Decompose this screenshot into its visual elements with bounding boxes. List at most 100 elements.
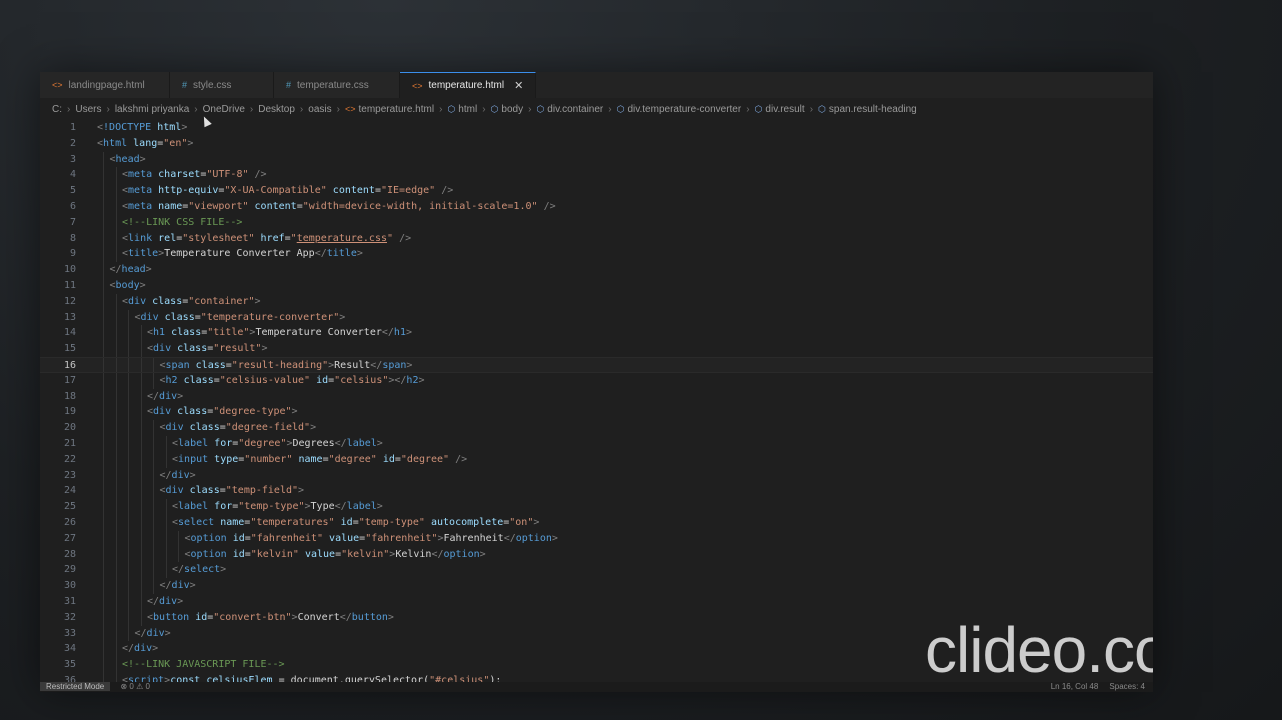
breadcrumb-file[interactable]: temperature.html xyxy=(358,104,434,115)
code-text: </div> xyxy=(160,578,196,594)
tab-temperature-html[interactable]: <> temperature.html ✕ xyxy=(400,72,536,98)
indent-guide xyxy=(128,451,130,468)
code-token: class xyxy=(183,374,214,386)
code-line[interactable]: 17 <h2 class="celsius-value" id="celsius"… xyxy=(40,372,1153,389)
code-token: Convert xyxy=(297,611,340,623)
indent-guide xyxy=(140,483,142,500)
indent-guide xyxy=(153,514,155,531)
code-line[interactable]: 2 <html lang="en"> xyxy=(40,136,1153,152)
code-line[interactable]: 30 </div> xyxy=(40,578,1153,594)
code-token: autocomplete xyxy=(430,516,504,528)
code-line[interactable]: 19 <div class="degree-type"> xyxy=(40,404,1153,421)
breadcrumb-item[interactable]: oasis xyxy=(308,104,331,115)
code-token: h2 xyxy=(406,374,419,386)
code-line[interactable]: 5 <meta http-equiv="X-UA-Compatible" cont… xyxy=(40,183,1153,199)
code-line[interactable]: 18 </div> xyxy=(40,388,1153,405)
code-line[interactable]: 13 <div class="temperature-converter"> xyxy=(40,309,1153,326)
line-number: 3 xyxy=(69,153,76,165)
line-number: 11 xyxy=(63,279,76,291)
code-line[interactable]: 21 <label for="degree">Degrees</label> xyxy=(40,435,1153,452)
code-line[interactable]: 3 <head> xyxy=(40,151,1153,168)
code-token: > xyxy=(177,390,184,402)
code-text: <!--LINK CSS FILE--> xyxy=(122,215,242,231)
breadcrumb-item[interactable]: Desktop xyxy=(258,104,295,115)
code-token: option xyxy=(190,548,227,560)
code-line[interactable]: 10 </head> xyxy=(40,262,1153,278)
breadcrumb-item[interactable]: C: xyxy=(52,104,62,115)
code-token: "container" xyxy=(188,295,255,307)
code-token: "UTF-8" xyxy=(206,169,249,181)
code-token: select xyxy=(178,516,215,528)
code-line[interactable]: 11 <body> xyxy=(40,277,1153,294)
code-token: name xyxy=(298,453,323,465)
indent-guide xyxy=(140,325,142,342)
code-token: </ xyxy=(334,501,347,513)
code-token: id xyxy=(340,516,353,528)
code-line[interactable]: 25 <label for="temp-type">Type</label> xyxy=(40,499,1153,515)
code-text: <div class="temperature-converter"> xyxy=(135,310,346,326)
code-token: content xyxy=(254,200,297,212)
code-token: !DOCTYPE xyxy=(103,122,152,133)
code-token: > xyxy=(177,595,184,607)
indent-guide xyxy=(153,499,155,515)
breadcrumb-symbol[interactable]: html xyxy=(458,104,477,115)
breadcrumb-item[interactable]: Users xyxy=(75,104,101,115)
tab-temperature-css[interactable]: # temperature.css xyxy=(274,72,400,98)
code-line[interactable]: 9 <title>Temperature Converter App</title… xyxy=(40,246,1153,263)
chevron-right-icon: › xyxy=(528,103,532,115)
line-number: 16 xyxy=(63,359,76,371)
tab-landingpage[interactable]: <> landingpage.html xyxy=(40,72,170,98)
code-line[interactable]: 20 <div class="degree-field"> xyxy=(40,420,1153,436)
code-token: "on" xyxy=(509,516,534,528)
code-line[interactable]: 22 <input type="number" name="degree" id=… xyxy=(40,451,1153,468)
code-token: "kelvin" xyxy=(341,548,390,560)
indent-guide xyxy=(165,546,167,563)
chevron-right-icon: › xyxy=(299,103,304,115)
code-token: Degrees xyxy=(292,437,335,449)
line-number: 9 xyxy=(69,248,76,260)
code-line[interactable]: 27 <option id="fahrenheit" value="fahrenh… xyxy=(40,530,1153,547)
code-line[interactable]: 6 <meta name="viewport" content="width=de… xyxy=(40,198,1153,215)
code-line[interactable]: 23 </div> xyxy=(40,467,1153,484)
code-token: h1 xyxy=(393,327,406,339)
code-token: title xyxy=(128,248,159,260)
code-line[interactable]: 29 </select> xyxy=(40,562,1153,579)
code-token: div xyxy=(134,643,153,655)
code-token: div xyxy=(159,390,178,402)
breadcrumb-symbol[interactable]: div.temperature-converter xyxy=(627,104,741,115)
problems-indicator[interactable]: ⊗ 0 ⚠ 0 xyxy=(120,682,149,691)
code-token: "result" xyxy=(213,343,262,355)
code-text: </div> xyxy=(122,641,158,657)
breadcrumb-symbol[interactable]: div.result xyxy=(765,104,804,115)
code-line[interactable]: 15 <div class="result"> xyxy=(40,341,1153,357)
code-line[interactable]: 24 <div class="temp-field"> xyxy=(40,483,1153,500)
code-line[interactable]: 16 <span class="result-heading">Result</s… xyxy=(40,356,1153,373)
indent-guide xyxy=(103,657,105,673)
code-line[interactable]: 28 <option id="kelvin" value="kelvin">Kel… xyxy=(40,546,1153,563)
close-icon[interactable]: ✕ xyxy=(514,79,523,92)
code-line[interactable]: 4 <meta charset="UTF-8" /> xyxy=(40,167,1153,184)
code-line[interactable]: 14 <h1 class="title">Temperature Converte… xyxy=(40,325,1153,342)
line-number: 31 xyxy=(63,595,76,607)
code-line[interactable]: 26 <select name="temperatures" id="temp-t… xyxy=(40,514,1153,531)
code-editor[interactable]: 1 <!DOCTYPE html> 2 <html lang="en"> 3 <head>… xyxy=(40,120,1153,682)
indent-guide xyxy=(103,372,105,389)
chevron-right-icon: › xyxy=(809,103,814,115)
breadcrumb-symbol[interactable]: div.container xyxy=(547,104,603,115)
code-text: <html lang="en"> xyxy=(97,136,193,152)
chevron-right-icon: › xyxy=(106,103,110,115)
code-token: meta xyxy=(128,169,153,181)
code-line[interactable]: 12 <div class="container"> xyxy=(40,293,1153,310)
code-line[interactable]: 31 </div> xyxy=(40,593,1153,610)
code-token: > xyxy=(356,248,363,260)
tab-style-css[interactable]: # style.css xyxy=(170,72,274,98)
breadcrumb-item[interactable]: lakshmi priyanka xyxy=(115,104,189,115)
code-token: "temperature-converter" xyxy=(200,311,340,323)
breadcrumb-symbol[interactable]: span.result-heading xyxy=(829,104,917,115)
code-token: > xyxy=(291,406,298,418)
breadcrumb-symbol[interactable]: body xyxy=(501,104,523,115)
code-line[interactable]: 8 <link rel="stylesheet" href="temperatur… xyxy=(40,230,1153,247)
code-line[interactable]: 7 <!--LINK CSS FILE--> xyxy=(40,214,1153,231)
breadcrumb-item[interactable]: OneDrive xyxy=(203,104,245,115)
restricted-mode-indicator[interactable]: Restricted Mode xyxy=(40,682,111,691)
